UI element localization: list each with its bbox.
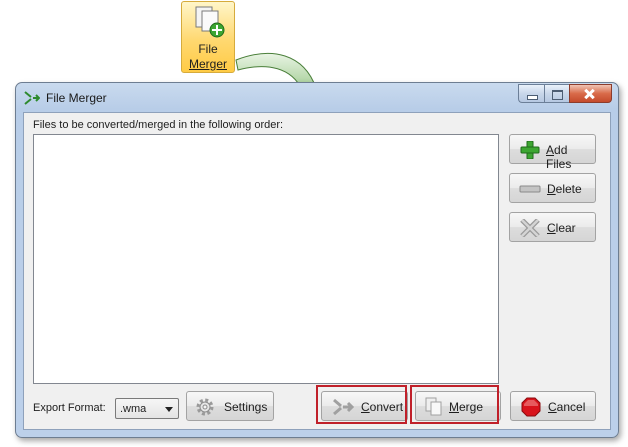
gear-icon: [196, 398, 214, 416]
minimize-button[interactable]: [518, 84, 544, 103]
delete-label: Delete: [547, 182, 582, 196]
cancel-label: Cancel: [548, 400, 586, 414]
file-merger-ribbon-button[interactable]: File Merger: [181, 1, 235, 73]
x-icon: [520, 219, 540, 237]
files-list[interactable]: [33, 134, 499, 384]
cancel-button[interactable]: Cancel: [510, 391, 596, 421]
title-bar[interactable]: File Merger: [16, 83, 618, 111]
merge-highlight: [410, 385, 499, 424]
export-format-value: .wma: [120, 403, 147, 415]
close-button[interactable]: [569, 84, 612, 103]
settings-label: Settings: [224, 400, 268, 414]
clear-label: Clear: [547, 221, 576, 235]
add-files-label: Add Files: [546, 143, 572, 171]
export-format-label: Export Format:: [33, 402, 106, 414]
minus-icon: [519, 185, 541, 193]
clear-button[interactable]: Clear: [509, 212, 596, 242]
maximize-button[interactable]: [544, 84, 569, 103]
convert-highlight: [316, 385, 407, 424]
document-add-icon: [195, 6, 225, 38]
stop-icon: [521, 397, 541, 417]
caption-buttons: [518, 84, 612, 103]
client-area: Files to be converted/merged in the foll…: [23, 112, 611, 430]
settings-button[interactable]: Settings: [186, 391, 274, 421]
chevron-down-icon: [165, 407, 173, 412]
ribbon-label-line1: File: [198, 42, 218, 56]
files-list-label: Files to be converted/merged in the foll…: [33, 119, 284, 131]
delete-button[interactable]: Delete: [509, 173, 596, 203]
window-title: File Merger: [46, 91, 107, 105]
plus-icon: [520, 141, 540, 159]
ribbon-label-line2: Merger: [188, 57, 227, 71]
add-files-button[interactable]: Add Files: [509, 134, 596, 171]
merge-arrows-icon: [24, 91, 40, 105]
export-format-select[interactable]: .wma: [115, 398, 179, 419]
